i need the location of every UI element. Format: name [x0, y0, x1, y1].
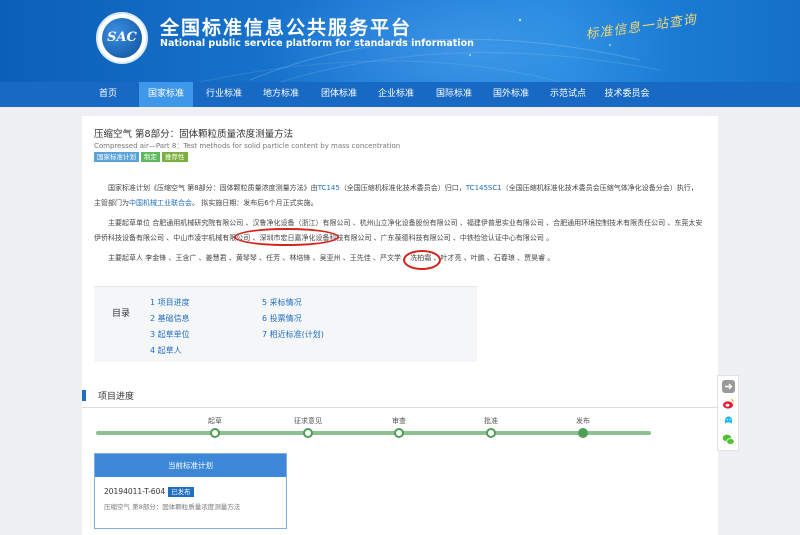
nav-item-industry[interactable]: 行业标准	[197, 82, 251, 107]
site-header: SAC 全国标准信息公共服务平台 National public service…	[0, 0, 800, 82]
nav-item-enterprise[interactable]: 企业标准	[369, 82, 423, 107]
drafting-units-text: 合肥通用机械研究院有限公司 、汉鲁净化设备（浙江）有限公司 、杭州山立净化设备股…	[94, 219, 703, 242]
step-node-approval	[486, 428, 496, 438]
main-nav: 首页 国家标准 行业标准 地方标准 团体标准 企业标准 国际标准 国外标准 示范…	[0, 82, 800, 107]
step-label-review: 审查	[392, 417, 406, 425]
plan-code: 20194011-T-604 已发布	[104, 487, 194, 497]
section-marker	[82, 390, 86, 401]
progress-section-title: 项目进度	[98, 392, 135, 402]
qq-icon[interactable]	[722, 415, 735, 428]
nav-item-foreign[interactable]: 国外标准	[484, 82, 538, 107]
standard-title-en: Compressed air—Part 8：Test methods for s…	[94, 142, 401, 150]
step-node-publish	[578, 428, 588, 438]
logo-emblem: SAC	[102, 18, 142, 58]
nav-item-pilot[interactable]: 示范试点	[541, 82, 595, 107]
step-label-draft: 起草	[208, 417, 222, 425]
standard-badges: 国家标准计划 制定 推荐性	[94, 152, 190, 162]
nav-item-local[interactable]: 地方标准	[254, 82, 308, 107]
wechat-icon[interactable]	[722, 433, 735, 446]
drafters-label: 主要起草人	[108, 254, 143, 262]
step-label-consultation: 征求意见	[294, 417, 322, 425]
toc-item-related-standards[interactable]: 7 相近标准(计划)	[262, 329, 324, 340]
section-divider	[82, 407, 718, 408]
intro-text-2: （全国压缩机标准化技术委员会）归口，	[339, 184, 466, 192]
plan-status-badge: 已发布	[168, 487, 194, 497]
nav-item-group[interactable]: 团体标准	[312, 82, 366, 107]
drafters-text: 李金锋 、王含广 、姜慧君 、黄琴琴 、任芳 、林培锋 、吴亚州 、王先佳 、严…	[145, 254, 555, 262]
standard-detail-panel: 压缩空气 第8部分：固体颗粒质量浓度测量方法 Compressed air—Pa…	[82, 116, 718, 535]
share-icon[interactable]	[722, 380, 735, 393]
badge-formulate: 制定	[141, 152, 160, 162]
nav-item-committee[interactable]: 技术委员会	[598, 82, 656, 107]
toc-item-adoption[interactable]: 5 采标情况	[262, 297, 302, 308]
step-label-approval: 批准	[484, 417, 498, 425]
nav-item-national[interactable]: 国家标准	[139, 82, 193, 107]
weibo-icon[interactable]	[722, 397, 735, 410]
department-link[interactable]: 中国机械工业联合会	[129, 199, 192, 207]
step-label-publish: 发布	[576, 417, 590, 425]
badge-plan-type: 国家标准计划	[94, 152, 139, 162]
site-title-en: National public service platform for sta…	[160, 38, 474, 49]
annotation-circle-company	[234, 228, 339, 246]
drafters-paragraph: 主要起草人 李金锋 、王含广 、姜慧君 、黄琴琴 、任芳 、林培锋 、吴亚州 、…	[94, 251, 704, 266]
site-title: 全国标准信息公共服务平台	[160, 17, 413, 39]
toc-item-progress[interactable]: 1 项目进度	[150, 297, 190, 308]
nav-item-home[interactable]: 首页	[88, 82, 128, 107]
nav-item-international[interactable]: 国际标准	[427, 82, 481, 107]
sac-logo[interactable]: SAC	[96, 12, 148, 64]
step-node-draft	[210, 428, 220, 438]
logo-text: SAC	[107, 30, 137, 45]
plan-name: 压缩空气 第8部分：固体颗粒质量浓度测量方法	[104, 503, 241, 511]
intro-paragraph: 国家标准计划《压缩空气 第8部分：固体颗粒质量浓度测量方法》由TC145（全国压…	[94, 181, 704, 211]
intro-text-1: 国家标准计划《压缩空气 第8部分：固体颗粒质量浓度测量方法》由	[108, 184, 318, 192]
toc-item-basic-info[interactable]: 2 基础信息	[150, 313, 190, 324]
annotation-circle-person	[403, 250, 441, 270]
current-plan-card[interactable]: 当前标准计划 20194011-T-604 已发布 压缩空气 第8部分：固体颗粒质…	[94, 453, 287, 529]
plan-card-header: 当前标准计划	[95, 454, 286, 477]
drafting-units-paragraph: 主要起草单位 合肥通用机械研究院有限公司 、汉鲁净化设备（浙江）有限公司 、杭州…	[94, 216, 704, 246]
progress-track	[96, 431, 651, 435]
tc145sc1-link[interactable]: TC145SC1	[466, 184, 502, 192]
toc-label: 目录	[112, 309, 131, 319]
standard-title: 压缩空气 第8部分：固体颗粒质量浓度测量方法	[94, 129, 294, 140]
plan-code-text: 20194011-T-604	[104, 487, 166, 496]
toc-item-voting[interactable]: 6 投票情况	[262, 313, 302, 324]
toc-item-drafting-units[interactable]: 3 起草单位	[150, 329, 190, 340]
table-of-contents: 目录 1 项目进度 2 基础信息 3 起草单位 4 起草人 5 采标情况 6 投…	[94, 286, 477, 362]
toc-item-drafters[interactable]: 4 起草人	[150, 345, 182, 356]
intro-text-4: 。 拟实施日期：发布后6个月正式实施。	[192, 199, 318, 207]
drafting-units-label: 主要起草单位	[108, 219, 150, 227]
tc145-link[interactable]: TC145	[318, 184, 340, 192]
step-node-consultation	[303, 428, 313, 438]
badge-recommended: 推荐性	[162, 152, 188, 162]
share-sidebar	[717, 375, 739, 451]
step-node-review	[394, 428, 404, 438]
